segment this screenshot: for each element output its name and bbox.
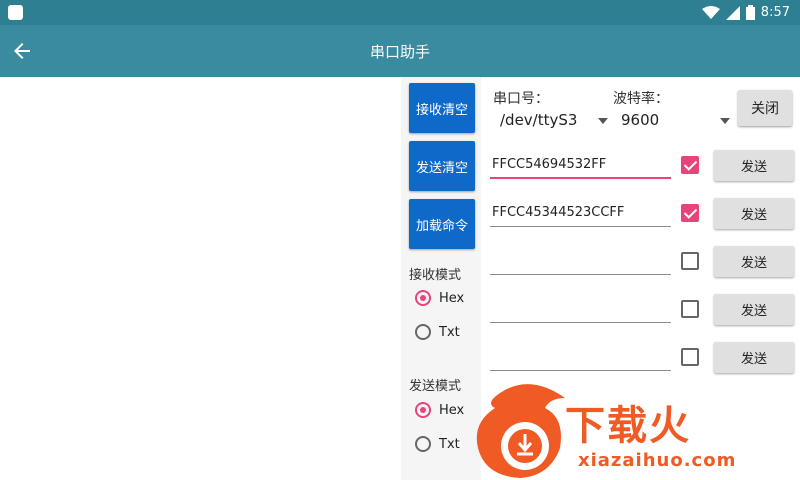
radio-unselected-icon[interactable] xyxy=(415,436,431,452)
command-checkbox-3[interactable] xyxy=(681,252,699,270)
command-input-2[interactable] xyxy=(490,199,671,227)
notification-icon xyxy=(8,5,23,20)
send-button-5[interactable]: 发送 xyxy=(714,342,794,373)
page-title: 串口助手 xyxy=(369,43,430,61)
load-command-button[interactable]: 加载命令 xyxy=(409,199,475,249)
command-input-5[interactable] xyxy=(490,343,671,371)
send-button-1[interactable]: 发送 xyxy=(714,150,794,181)
status-icons: 8:57 xyxy=(701,2,790,23)
command-checkbox-1[interactable] xyxy=(681,156,699,174)
receive-mode-hex[interactable]: Hex xyxy=(415,290,464,306)
command-input-4[interactable] xyxy=(490,295,671,323)
battery-icon xyxy=(745,5,755,20)
clear-send-button[interactable]: 发送清空 xyxy=(409,141,475,191)
send-button-3[interactable]: 发送 xyxy=(714,246,794,277)
command-checkbox-2[interactable] xyxy=(681,204,699,222)
baud-label: 波特率： xyxy=(613,91,669,107)
command-row-5: 发送 xyxy=(481,335,800,383)
close-port-button[interactable]: 关闭 xyxy=(738,90,792,126)
receive-mode-title: 接收模式 xyxy=(409,268,462,283)
watermark-brand: 下载火 xyxy=(565,403,691,449)
status-time: 8:57 xyxy=(760,5,790,20)
port-spinner[interactable]: /dev/ttyS3 xyxy=(500,111,577,129)
baud-spinner[interactable]: 9600 xyxy=(621,111,659,129)
send-button-2[interactable]: 发送 xyxy=(714,198,794,229)
radio-selected-icon[interactable] xyxy=(415,290,431,306)
baud-dropdown-icon[interactable] xyxy=(720,118,730,124)
command-row-2: 发送 xyxy=(481,191,800,239)
radio-unselected-icon[interactable] xyxy=(415,324,431,340)
command-row-4: 发送 xyxy=(481,287,800,335)
signal-icon xyxy=(725,5,740,20)
watermark-url: xiazaihuo.com xyxy=(578,450,737,471)
wifi-icon xyxy=(701,5,720,19)
send-mode-txt[interactable]: Txt xyxy=(415,436,460,452)
command-row-3: 发送 xyxy=(481,239,800,287)
status-bar: 8:57 xyxy=(0,0,800,25)
command-input-3[interactable] xyxy=(490,247,671,275)
send-button-4[interactable]: 发送 xyxy=(714,294,794,325)
control-column: 接收清空 发送清空 加载命令 接收模式 Hex Txt 发送模式 Hex Txt xyxy=(401,77,481,480)
app-bar: 串口助手 xyxy=(0,25,800,77)
command-row-1: 发送 xyxy=(481,143,800,191)
command-checkbox-5[interactable] xyxy=(681,348,699,366)
clear-receive-button[interactable]: 接收清空 xyxy=(409,83,475,133)
receive-display-area[interactable] xyxy=(0,77,399,480)
command-checkbox-4[interactable] xyxy=(681,300,699,318)
send-mode-title: 发送模式 xyxy=(409,379,462,394)
port-label: 串口号： xyxy=(493,91,549,107)
send-mode-hex[interactable]: Hex xyxy=(415,402,464,418)
command-input-1[interactable] xyxy=(490,151,671,179)
receive-mode-txt[interactable]: Txt xyxy=(415,324,460,340)
radio-selected-icon[interactable] xyxy=(415,402,431,418)
port-dropdown-icon[interactable] xyxy=(598,118,608,124)
